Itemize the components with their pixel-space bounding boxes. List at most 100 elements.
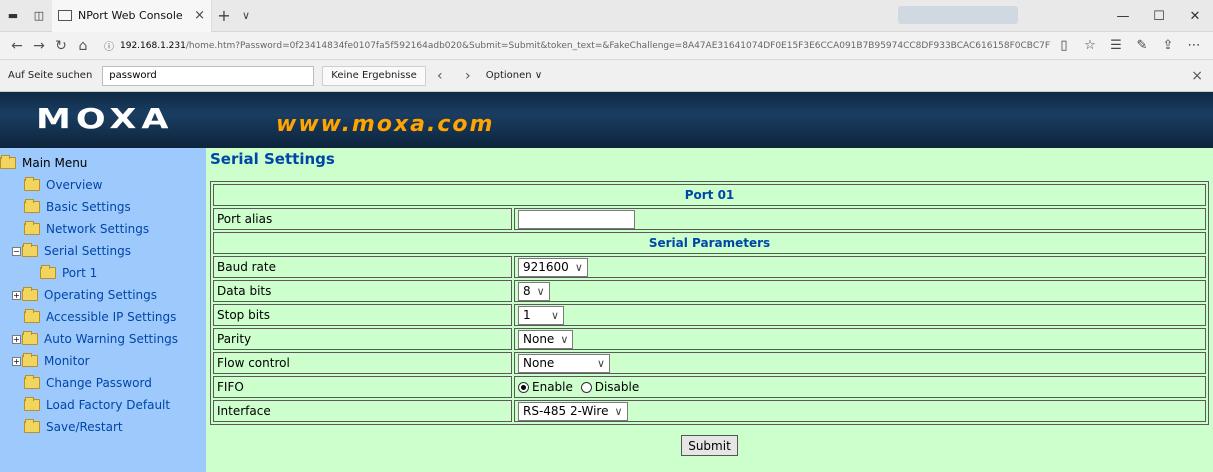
interface-value: RS-485 2-Wire <box>523 404 609 418</box>
main-menu-sidebar: Main Menu Overview Basic Settings Networ… <box>0 148 206 472</box>
port-header: Port 01 <box>213 184 1206 206</box>
find-options-label: Optionen <box>485 70 532 81</box>
interface-select[interactable]: RS-485 2-Wire ∨ <box>518 401 628 421</box>
menu-item-port-1[interactable]: Port 1 <box>0 262 206 284</box>
menu-item-load-factory-default[interactable]: Load Factory Default <box>0 394 206 416</box>
fifo-disable-label: Disable <box>594 380 640 395</box>
expand-toggle-icon[interactable]: + <box>12 290 21 300</box>
notes-pen-icon[interactable]: ✎ <box>1129 38 1155 53</box>
menu-item-serial-settings[interactable]: − Serial Settings <box>0 240 206 262</box>
refresh-icon[interactable]: ↻ <box>50 38 72 54</box>
baud-rate-value: 921600 <box>523 260 569 274</box>
menu-item-change-password[interactable]: Change Password <box>0 372 206 394</box>
folder-icon <box>24 397 40 411</box>
parity-label: Parity <box>213 328 512 350</box>
find-close-icon[interactable]: × <box>1191 68 1203 84</box>
folder-open-icon <box>0 155 16 169</box>
chevron-down-icon: ∨ <box>536 284 545 298</box>
site-info-icon[interactable]: ⓘ <box>104 38 114 53</box>
page-title: Serial Settings <box>210 150 335 168</box>
folder-icon <box>24 199 40 213</box>
menu-item-label: Save/Restart <box>46 420 123 434</box>
find-options-button[interactable]: Optionen ∨ <box>486 70 542 81</box>
fifo-enable-radio[interactable] <box>518 381 529 393</box>
fifo-disable-radio[interactable] <box>580 381 592 393</box>
chevron-down-icon: ∨ <box>614 404 623 418</box>
baud-rate-select[interactable]: 921600 ∨ <box>518 257 588 277</box>
menu-item-network-settings[interactable]: Network Settings <box>0 218 206 240</box>
submit-button[interactable]: Submit <box>681 435 738 456</box>
folder-icon <box>22 287 38 301</box>
menu-item-overview[interactable]: Overview <box>0 174 206 196</box>
window-controls: — ☐ ✕ <box>1105 0 1213 32</box>
parity-select[interactable]: None ∨ <box>518 329 574 349</box>
find-input[interactable] <box>102 65 315 86</box>
page-favicon-icon <box>58 10 72 21</box>
tab-menu-button[interactable]: ∨ <box>236 9 256 22</box>
reading-view-icon[interactable]: ▯ <box>1051 38 1077 53</box>
more-menu-icon[interactable]: ⋯ <box>1181 38 1207 53</box>
port-alias-input[interactable] <box>518 209 635 229</box>
back-icon[interactable]: ← <box>6 38 28 54</box>
tab-preview-icon[interactable]: ◫ <box>26 0 52 32</box>
tab-close-icon[interactable]: × <box>194 8 205 23</box>
folder-icon <box>24 221 40 235</box>
find-next-icon[interactable]: › <box>454 68 482 84</box>
url-path: /home.htm?Password=0f23414834fe0107fa5f5… <box>185 40 1051 51</box>
data-bits-select[interactable]: 8 ∨ <box>518 281 550 301</box>
folder-icon <box>24 419 40 433</box>
menu-item-operating-settings[interactable]: + Operating Settings <box>0 284 206 306</box>
moxa-website-text: www.moxa.com <box>276 112 495 137</box>
folder-icon <box>24 177 40 191</box>
url-host: 192.168.1.231 <box>120 40 186 51</box>
folder-icon <box>24 309 40 323</box>
chevron-down-icon: ∨ <box>596 356 605 370</box>
expand-toggle-icon[interactable]: + <box>12 356 21 366</box>
url-field[interactable]: ⓘ 192.168.1.231 /home.htm?Password=0f234… <box>104 36 1051 56</box>
data-bits-label: Data bits <box>213 280 512 302</box>
parity-value: None <box>523 332 555 346</box>
menu-item-label: Monitor <box>44 354 90 368</box>
share-icon[interactable]: ⇪ <box>1155 38 1181 53</box>
maximize-icon[interactable]: ☐ <box>1141 0 1177 32</box>
menu-item-label: Change Password <box>46 376 152 390</box>
menu-root-label: Main Menu <box>22 156 88 170</box>
favorite-star-icon[interactable]: ☆ <box>1077 38 1103 53</box>
data-bits-value: 8 <box>523 284 531 298</box>
fifo-label: FIFO <box>213 376 512 398</box>
browser-tab[interactable]: NPort Web Console × <box>52 0 212 32</box>
minimize-icon[interactable]: — <box>1105 0 1141 32</box>
favorites-hub-icon[interactable]: ☰ <box>1103 38 1129 53</box>
serial-settings-table: Port 01 Port alias Serial Parameters Bau… <box>210 181 1209 425</box>
home-icon[interactable]: ⌂ <box>72 38 94 54</box>
forward-icon[interactable]: → <box>28 38 50 54</box>
tab-actions-icon[interactable]: ▬ <box>0 0 26 32</box>
menu-item-save-restart[interactable]: Save/Restart <box>0 416 206 438</box>
menu-item-basic-settings[interactable]: Basic Settings <box>0 196 206 218</box>
menu-root[interactable]: Main Menu <box>0 152 206 174</box>
menu-item-monitor[interactable]: + Monitor <box>0 350 206 372</box>
menu-item-auto-warning-settings[interactable]: + Auto Warning Settings <box>0 328 206 350</box>
moxa-logo: MOXA <box>36 102 174 135</box>
chevron-down-icon: ∨ <box>560 332 569 346</box>
stop-bits-select[interactable]: 1 ∨ <box>518 305 564 325</box>
menu-item-label: Network Settings <box>46 222 150 236</box>
find-previous-icon[interactable]: ‹ <box>426 68 454 84</box>
find-bar: Auf Seite suchen Keine Ergebnisse ‹ › Op… <box>0 60 1213 92</box>
flow-control-label: Flow control <box>213 352 512 374</box>
close-window-icon[interactable]: ✕ <box>1177 0 1213 32</box>
tabbar-blurred-area <box>898 6 1018 24</box>
chevron-down-icon: ∨ <box>534 70 543 81</box>
browser-tab-bar: ▬ ◫ NPort Web Console × + ∨ — ☐ ✕ <box>0 0 1213 32</box>
menu-item-label: Basic Settings <box>46 200 131 214</box>
baud-rate-label: Baud rate <box>213 256 512 278</box>
folder-open-icon <box>22 243 38 257</box>
find-label: Auf Seite suchen <box>8 70 93 81</box>
new-tab-button[interactable]: + <box>212 6 236 25</box>
menu-item-accessible-ip-settings[interactable]: Accessible IP Settings <box>0 306 206 328</box>
flow-control-select[interactable]: None ∨ <box>518 353 610 373</box>
settings-content: Serial Settings Port 01 Port alias Seria… <box>206 148 1213 472</box>
collapse-toggle-icon[interactable]: − <box>12 246 21 256</box>
folder-icon <box>22 353 38 367</box>
expand-toggle-icon[interactable]: + <box>12 334 21 344</box>
